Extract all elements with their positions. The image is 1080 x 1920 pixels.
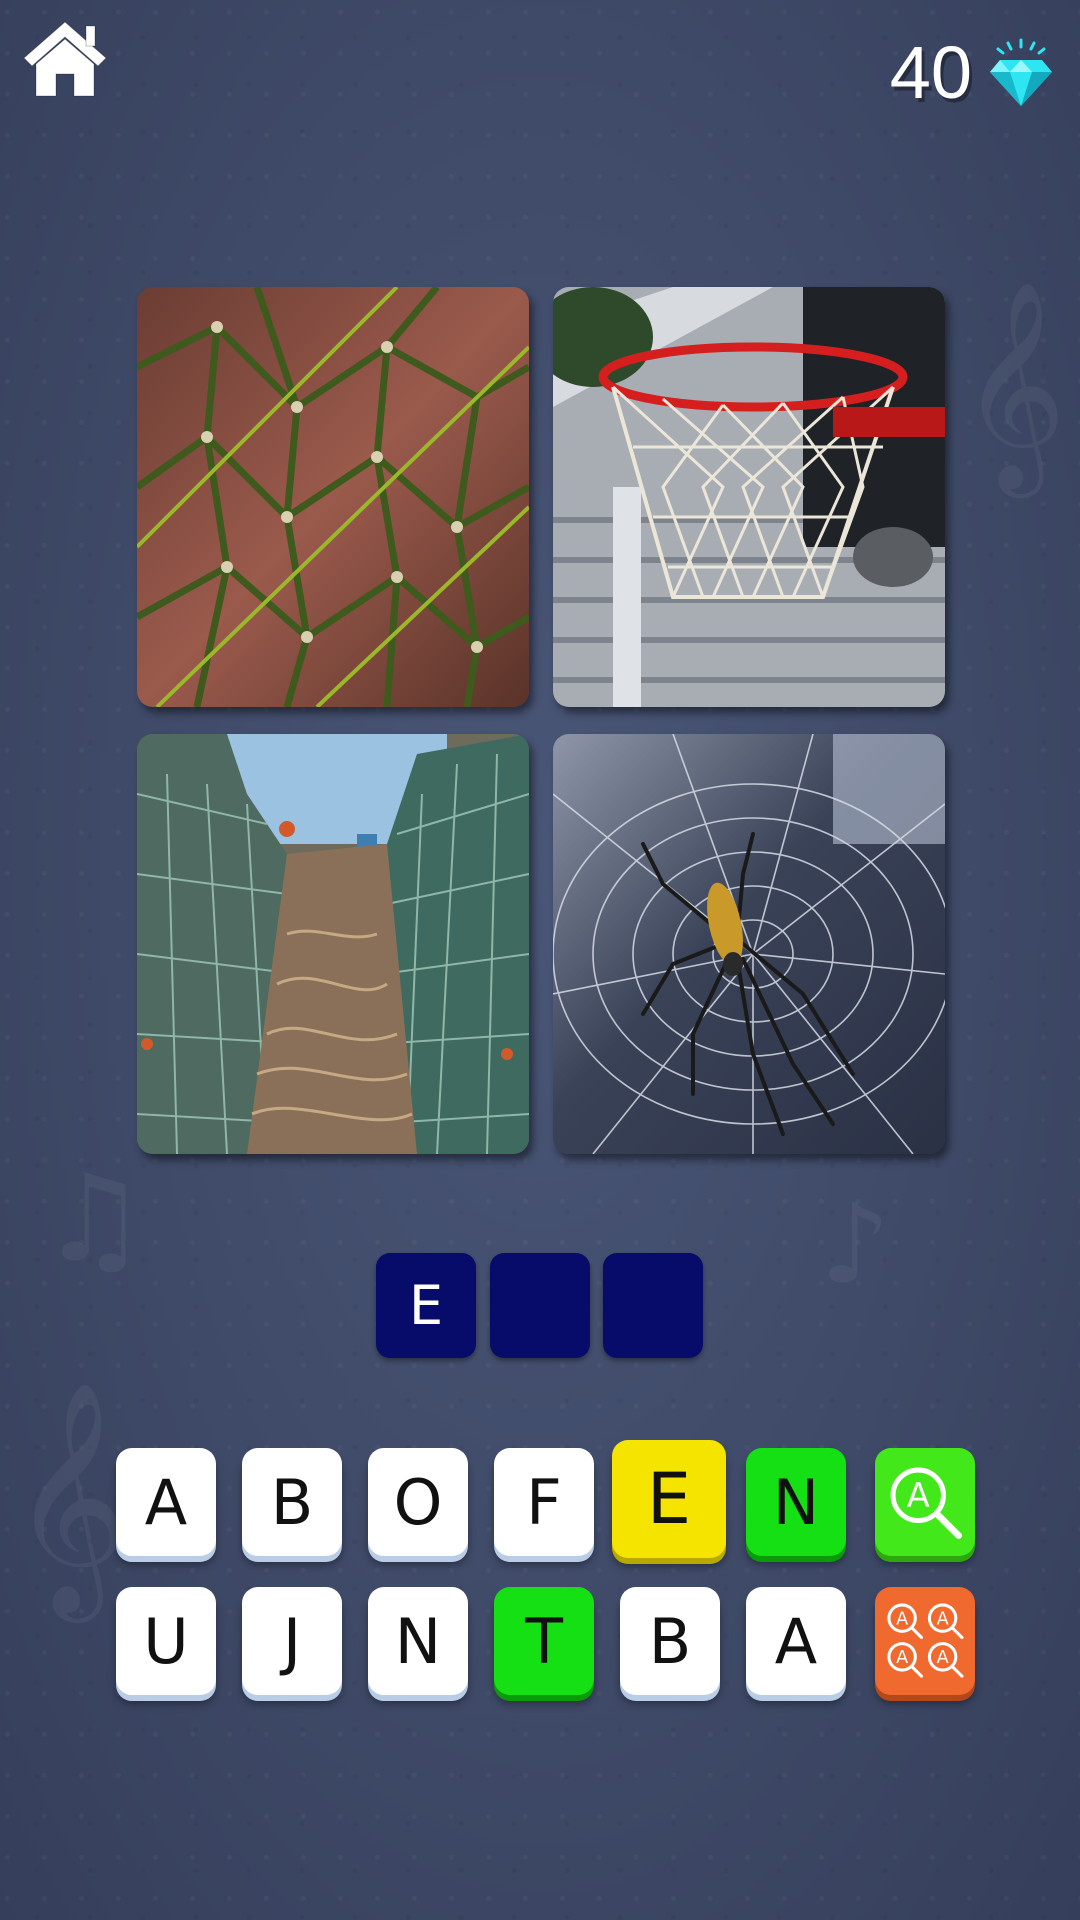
magnify-multi-letter-icon: AA AA: [887, 1603, 964, 1678]
letter-key[interactable]: A: [746, 1587, 846, 1695]
picture-fishing-nets[interactable]: [137, 734, 529, 1154]
reveal-all-button[interactable]: AA AA: [875, 1587, 975, 1695]
music-note-decoration: ♪: [820, 1180, 891, 1308]
letter-key[interactable]: T: [494, 1587, 594, 1695]
svg-text:A: A: [896, 1648, 908, 1668]
letter-key[interactable]: F: [494, 1448, 594, 1556]
picture-rope-net[interactable]: [137, 287, 529, 707]
fishing-nets-image: [137, 734, 529, 1154]
diamond-icon: [990, 38, 1052, 106]
reveal-letter-button[interactable]: A: [875, 1448, 975, 1556]
letter-key-highlighted[interactable]: E: [612, 1440, 726, 1558]
letter-key[interactable]: N: [368, 1587, 468, 1695]
answer-slot-3[interactable]: [603, 1253, 703, 1358]
music-note-decoration: 𝄞: [10, 1380, 129, 1613]
letter-key[interactable]: B: [620, 1587, 720, 1695]
svg-text:A: A: [937, 1648, 949, 1668]
picture-basketball-hoop[interactable]: [553, 287, 945, 707]
home-icon: [23, 21, 107, 97]
letter-key[interactable]: U: [116, 1587, 216, 1695]
coin-count: 40: [889, 31, 972, 114]
rope-net-image: [137, 287, 529, 707]
letter-key[interactable]: N: [746, 1448, 846, 1556]
answer-slot-2[interactable]: [490, 1253, 590, 1358]
basketball-hoop-image: [553, 287, 945, 707]
music-note-decoration: ♫: [40, 1150, 148, 1289]
svg-text:A: A: [937, 1609, 949, 1629]
spider-web-image: [553, 734, 945, 1154]
letter-key[interactable]: A: [116, 1448, 216, 1556]
coin-counter: 40: [890, 28, 1056, 118]
svg-text:A: A: [907, 1476, 930, 1515]
letter-key[interactable]: J: [242, 1587, 342, 1695]
picture-spider-web[interactable]: [553, 734, 945, 1154]
home-button[interactable]: [22, 18, 108, 100]
letter-key[interactable]: O: [368, 1448, 468, 1556]
magnify-letter-icon: A: [890, 1467, 962, 1539]
letter-key[interactable]: B: [242, 1448, 342, 1556]
svg-text:A: A: [896, 1609, 908, 1629]
answer-slot-1[interactable]: E: [376, 1253, 476, 1358]
music-note-decoration: 𝄞: [960, 280, 1067, 489]
